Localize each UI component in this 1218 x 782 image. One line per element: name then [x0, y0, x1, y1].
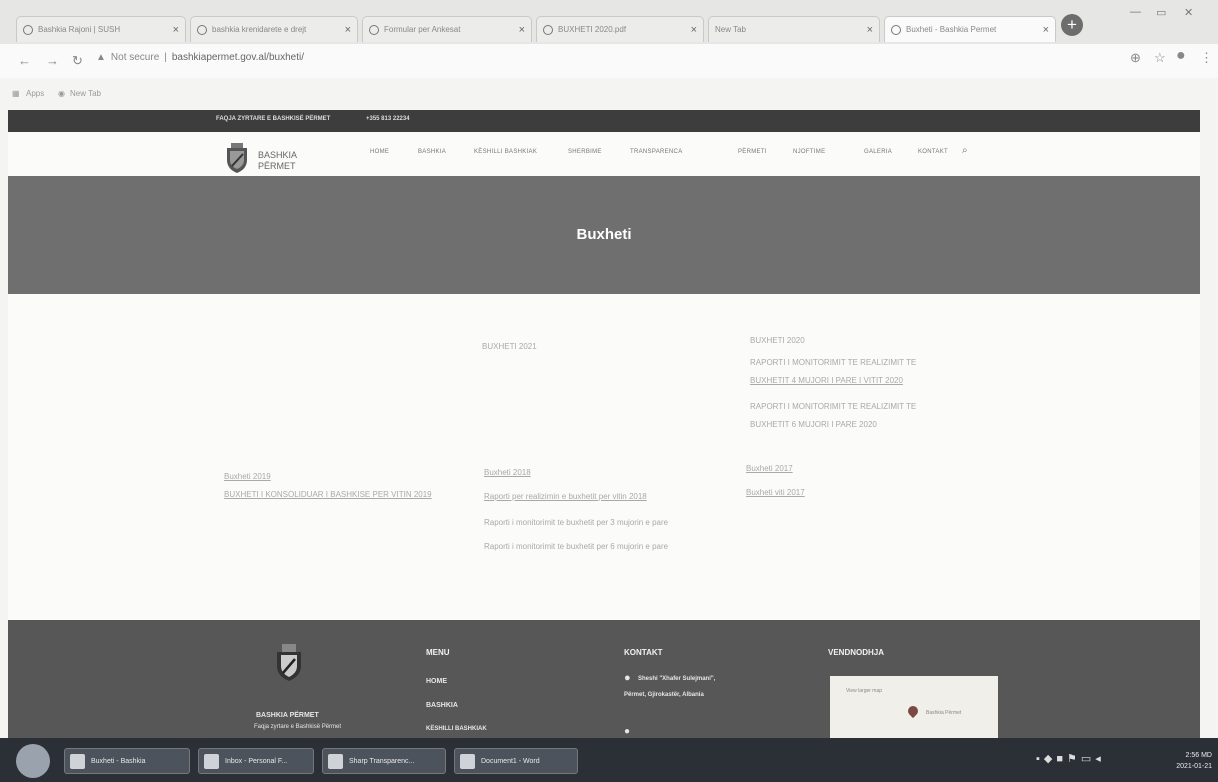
contact-address-line1: Sheshi "Xhafer Sulejmani",: [638, 676, 716, 682]
start-button[interactable]: [16, 744, 50, 778]
footer-menu-keshilli[interactable]: KËSHILLI BASHKIAK: [426, 726, 487, 732]
profile-icon[interactable]: ●: [1176, 47, 1186, 65]
back-icon[interactable]: ←: [18, 53, 31, 68]
map-place-label: Bashkia Përmet: [926, 710, 962, 716]
page-title: Buxheti: [576, 226, 632, 243]
close-icon[interactable]: ×: [173, 24, 179, 36]
map-pin-icon[interactable]: [905, 703, 921, 719]
tab-2[interactable]: bashkia krenidarete e drejt ×: [190, 16, 358, 42]
coat-of-arms-icon[interactable]: [224, 142, 250, 174]
budget-2017-link[interactable]: Buxheti 2017: [746, 464, 793, 473]
tab-4[interactable]: BUXHETI 2020.pdf ×: [536, 16, 704, 42]
footer-menu-home[interactable]: HOME: [426, 678, 447, 685]
search-icon[interactable]: ⌕: [962, 145, 968, 156]
chrome-icon: [70, 754, 85, 769]
nav-home[interactable]: HOME: [370, 149, 389, 155]
nav-keshilli-bashkiak[interactable]: KËSHILLI BASHKIAK: [474, 149, 537, 155]
budget-2018-h1-link[interactable]: Raporti i monitorimit te buxhetit per 6 …: [484, 542, 668, 551]
footer-brand: BASHKIA PËRMET: [256, 712, 319, 719]
bookmark-new-tab[interactable]: New Tab: [70, 89, 101, 98]
menu-icon[interactable]: ⋮: [1200, 50, 1213, 66]
folder-icon: [328, 754, 343, 769]
system-tray-icons[interactable]: ▪◆■⚑▭◂: [1036, 752, 1105, 765]
globe-icon: [197, 24, 207, 35]
outlook-icon: [204, 754, 219, 769]
nav-sherbime[interactable]: SHERBIME: [568, 149, 602, 155]
taskbar-outlook[interactable]: Inbox - Personal F...: [198, 748, 314, 774]
close-icon[interactable]: ×: [519, 24, 525, 36]
view-larger-map-link[interactable]: View larger map: [846, 688, 882, 694]
reload-icon[interactable]: ↻: [72, 53, 83, 69]
new-tab-button[interactable]: +: [1061, 14, 1083, 36]
close-window-icon[interactable]: ✕: [1184, 6, 1193, 19]
word-icon: [460, 754, 475, 769]
close-icon[interactable]: ×: [345, 24, 351, 36]
budget-2020-report-1b[interactable]: BUXHETIT 4 MUJORI I PARE I VITIT 2020: [750, 376, 903, 385]
budget-2019-consolidated-link[interactable]: BUXHETI I KONSOLIDUAR I BASHKISE PER VIT…: [224, 490, 432, 499]
nav-galeria[interactable]: GALERIA: [864, 149, 892, 155]
footer-menu-bashkia[interactable]: BASHKIA: [426, 702, 458, 709]
nav-transparenca[interactable]: TRANSPARENCA: [630, 149, 683, 155]
footer-contact-title: KONTAKT: [624, 648, 663, 657]
coat-of-arms-icon: [277, 644, 301, 681]
forward-icon[interactable]: →: [46, 53, 59, 68]
budget-2020-report-1a[interactable]: RAPORTI I MONITORIMIT TE REALIZIMIT TE: [750, 358, 916, 367]
maximize-icon[interactable]: ▭: [1156, 6, 1166, 19]
budget-2017-year-link[interactable]: Buxheti viti 2017: [746, 488, 805, 497]
nav-kontakt[interactable]: KONTAKT: [918, 149, 948, 155]
budget-2019-link[interactable]: Buxheti 2019: [224, 472, 271, 481]
nav-permeti[interactable]: PËRMETI: [738, 149, 767, 155]
budget-2020-report-2b[interactable]: BUXHETIT 6 MUJORI I PARE 2020: [750, 420, 877, 429]
globe-icon: [891, 24, 901, 35]
site-footer: BASHKIA PËRMET Faqja zyrtare e Bashkisë …: [8, 620, 1200, 738]
close-icon[interactable]: ×: [867, 24, 873, 36]
site-brand[interactable]: BASHKIA PËRMET: [258, 150, 297, 172]
location-map[interactable]: View larger map Bashkia Përmet: [830, 676, 998, 738]
apps-icon[interactable]: ▦: [12, 89, 20, 98]
phone-icon: ●: [624, 726, 631, 737]
nav-bashkia[interactable]: BASHKIA: [418, 149, 446, 155]
budget-2018-q1-link[interactable]: Raporti i monitorimit te buxhetit per 3 …: [484, 518, 668, 527]
web-page: FAQJA ZYRTARE E BASHKISË PËRMET +355 813…: [8, 110, 1200, 738]
address-bar[interactable]: ▲ Not secure | bashkiapermet.gov.al/buxh…: [96, 52, 304, 63]
security-label: Not secure: [110, 52, 160, 63]
bookmark-apps[interactable]: Apps: [26, 89, 44, 98]
contact-address-line2: Përmet, Gjirokastër, Albania: [624, 692, 704, 698]
tab-6[interactable]: Buxheti - Bashkia Permet ×: [884, 16, 1056, 42]
globe-icon: [543, 24, 553, 35]
url-text: bashkiapermet.gov.al/buxheti/: [171, 52, 304, 63]
footer-menu-title: MENU: [426, 648, 450, 657]
page-hero: Buxheti: [8, 176, 1200, 294]
globe-icon: [369, 24, 379, 35]
footer-location-title: VENDNODHJA: [828, 648, 885, 657]
taskbar-word[interactable]: Document1 - Word: [454, 748, 578, 774]
budget-2020-link[interactable]: BUXHETI 2020: [750, 336, 805, 345]
budget-2018-link[interactable]: Buxheti 2018: [484, 468, 531, 477]
budget-2021-link[interactable]: BUXHETI 2021: [482, 342, 537, 351]
globe-icon: [23, 24, 33, 35]
location-pin-icon: ●: [624, 672, 631, 684]
nav-njoftime[interactable]: NJOFTIME: [793, 149, 825, 155]
system-clock[interactable]: 2:56 MD 2021-01-21: [1176, 750, 1212, 772]
budget-2018-report-link[interactable]: Raporti per realizimin e buxhetit per vi…: [484, 492, 647, 501]
close-icon[interactable]: ×: [691, 24, 697, 36]
warning-icon: ▲: [96, 52, 106, 63]
phone-number[interactable]: +355 813 22234: [366, 116, 410, 122]
star-icon[interactable]: ☆: [1154, 50, 1166, 66]
zoom-icon[interactable]: ⊕: [1130, 50, 1141, 66]
site-top-bar: FAQJA ZYRTARE E BASHKISË PËRMET +355 813…: [8, 110, 1200, 132]
tab-5[interactable]: New Tab ×: [708, 16, 880, 42]
globe-icon: ◉: [58, 89, 65, 98]
tab-1[interactable]: Bashkia Rajoni | SUSH ×: [16, 16, 186, 42]
taskbar-folder[interactable]: Sharp Transparenc...: [322, 748, 446, 774]
bookmarks-bar: ▦ Apps ◉ New Tab: [0, 84, 1218, 104]
taskbar-chrome[interactable]: Buxheti - Bashkia: [64, 748, 190, 774]
budget-2020-report-2a[interactable]: RAPORTI I MONITORIMIT TE REALIZIMIT TE: [750, 402, 916, 411]
minimize-icon[interactable]: —: [1130, 6, 1141, 18]
close-icon[interactable]: ×: [1043, 24, 1049, 36]
footer-tagline: Faqja zyrtare e Bashkisë Përmet: [254, 724, 342, 730]
tab-3[interactable]: Formular per Ankesat ×: [362, 16, 532, 42]
official-site-label: FAQJA ZYRTARE E BASHKISË PËRMET: [216, 116, 331, 122]
